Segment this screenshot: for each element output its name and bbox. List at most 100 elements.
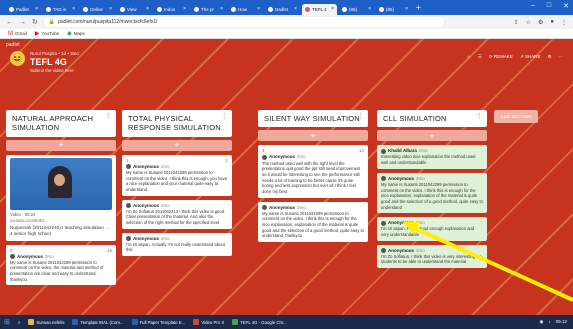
heart-icon[interactable]: ☆ xyxy=(467,54,471,60)
post-card[interactable]: Anonymous 2mo I'm Zo Sofiatun. I think thi… xyxy=(377,244,487,269)
reload-icon[interactable]: ↻ xyxy=(32,18,38,26)
tab-favicon-icon xyxy=(268,6,273,12)
column-menu-icon[interactable]: ⋮ xyxy=(105,113,112,122)
tab-close-icon[interactable]: × xyxy=(72,6,75,12)
column-menu-icon[interactable]: ⋮ xyxy=(221,113,228,122)
tab-label: How xyxy=(238,6,248,12)
taskbar-app[interactable]: Sunsan.nefelis xyxy=(28,319,64,325)
post-card[interactable]: Anonymous 2mo I'm sri aspan. Actually I'm … xyxy=(122,232,232,257)
column-menu-icon[interactable]: ⋮ xyxy=(357,113,364,122)
post-card[interactable]: Anonymous 2mo My name is Susanti 201104229… xyxy=(377,172,487,214)
settings-icon[interactable]: ⚙ xyxy=(547,54,551,60)
post-card[interactable]: Video - 06:24 youtube.com/8452... Nurjanna… xyxy=(6,154,116,241)
tab-favicon-icon xyxy=(83,6,88,12)
taskbar-app-label: Template IBAL (Com... xyxy=(80,319,124,325)
bookmark-maps[interactable]: ◆ Maps xyxy=(67,30,85,37)
more-icon[interactable]: ⋯ xyxy=(559,54,564,60)
padlet-logo[interactable]: padlet xyxy=(6,42,20,48)
taskbar-app[interactable]: Video Pro X xyxy=(193,319,224,325)
taskbar-app[interactable]: TEFL 4G - Google Chr... xyxy=(232,319,287,325)
tab-close-icon[interactable]: × xyxy=(183,6,186,12)
browser-tab-strip: Padlet × TAD in × Online × View × Indon × The pr × H… xyxy=(0,0,573,15)
tab-close-icon[interactable]: × xyxy=(146,6,149,12)
add-section-button[interactable]: ADD SECTION xyxy=(494,110,538,123)
taskbar-app[interactable]: Full Paper Template E... xyxy=(131,319,185,325)
add-post-button[interactable]: + xyxy=(258,130,368,142)
like-count[interactable]: 3 xyxy=(262,148,265,154)
remake-button[interactable]: ⟳ REMAKE xyxy=(489,54,513,60)
comment-count[interactable]: 15 xyxy=(107,248,112,254)
tab-close-icon[interactable]: × xyxy=(109,6,112,12)
comment-count[interactable]: 14 xyxy=(359,148,364,154)
padlet-column: SILENT WAY SIMULATION ⋮ +3 14 Anonymous 2mo Th… xyxy=(258,110,368,242)
forward-icon[interactable]: → xyxy=(19,19,26,26)
column-title: SILENT WAY SIMULATION ⋮ xyxy=(258,110,368,128)
avatar-icon xyxy=(381,248,386,254)
post-card[interactable]: 1 1 Anonymous 2mo My name is Susanti 2011042… xyxy=(122,154,232,196)
like-count[interactable]: 0 xyxy=(10,248,13,254)
network-icon[interactable]: ◉ xyxy=(540,319,544,325)
bookmark-star-icon[interactable]: ☆ xyxy=(526,19,531,26)
browser-menu-icon[interactable]: ⋮ xyxy=(561,19,567,26)
post-card[interactable]: 0 15 Anonymous 2mo My name is Susanti 201104… xyxy=(6,244,116,286)
new-tab-button[interactable]: + xyxy=(416,3,421,12)
tab-close-icon[interactable]: × xyxy=(35,6,38,12)
tab-close-icon[interactable]: × xyxy=(257,6,260,12)
add-post-button[interactable]: + xyxy=(6,139,116,151)
browser-tab[interactable]: TEFL 4 × xyxy=(302,3,337,15)
browser-tab[interactable]: Indon × xyxy=(154,4,189,15)
browser-tab[interactable]: (85) × xyxy=(376,4,411,15)
like-count[interactable]: 1 xyxy=(126,158,129,164)
clock-text[interactable]: 09.12 xyxy=(556,319,567,325)
url-input[interactable]: 🔒 padlet.com/nurulpuspita112/mwoctscfc6e… xyxy=(43,17,444,27)
browser-tab[interactable]: Padlet × xyxy=(6,4,41,15)
add-post-button[interactable]: + xyxy=(377,130,487,142)
tab-close-icon[interactable]: × xyxy=(405,6,408,12)
author-name: Anonymous xyxy=(133,235,160,241)
comment-text: My name is Susanti 2011042299 permission… xyxy=(126,169,228,192)
browser-tab[interactable]: Online × xyxy=(80,4,115,15)
tab-close-icon[interactable]: × xyxy=(294,6,297,12)
bookmark-youtube[interactable]: ▶ YouTube xyxy=(35,30,59,37)
column-menu-icon[interactable]: ⋮ xyxy=(476,113,483,122)
post-card[interactable]: Anonymous 2mo I'm sri aspan. Pretty good e… xyxy=(377,217,487,241)
browser-tab[interactable]: Dadlet × xyxy=(265,4,300,15)
share-button[interactable]: ↗ SHARE xyxy=(520,54,541,60)
add-post-button[interactable]: + xyxy=(122,139,232,151)
tab-close-icon[interactable]: × xyxy=(368,6,371,12)
bookmark-gmail[interactable]: M Gmail xyxy=(8,31,27,37)
close-window-icon[interactable]: ✕ xyxy=(563,2,569,10)
profile-icon[interactable]: ● xyxy=(550,19,554,26)
post-card[interactable]: Khalid Albara 2mo Interesting video nice e… xyxy=(377,145,487,169)
comment-time: 2mo xyxy=(297,154,306,160)
comment-count[interactable]: 1 xyxy=(225,158,228,164)
padlet-column: CLL SIMULATION ⋮ + Khalid Albara 2mo Interest… xyxy=(377,110,487,269)
volume-icon[interactable]: ♪ xyxy=(548,319,550,325)
windows-start-icon[interactable]: ⊞ xyxy=(4,318,10,326)
maximize-icon[interactable]: □ xyxy=(547,2,551,10)
video-link[interactable]: youtube.com/8452... xyxy=(10,218,112,224)
back-icon[interactable]: ← xyxy=(6,19,13,26)
tab-favicon-icon xyxy=(9,6,14,12)
youtube-icon: ▶ xyxy=(34,31,40,37)
gmail-icon: M xyxy=(8,30,13,37)
post-card[interactable]: 3 14 Anonymous 2mo The method used well with… xyxy=(258,145,368,198)
taskbar-app[interactable]: Template IBAL (Com... xyxy=(72,319,124,325)
search-icon[interactable]: ⌕ xyxy=(18,320,20,325)
share-page-icon[interactable]: ⇪ xyxy=(514,19,519,26)
minimize-icon[interactable]: – xyxy=(531,2,535,10)
post-card[interactable]: Anonymous 2mo I'm Zo Sofiatun 2011042213 I… xyxy=(122,199,232,229)
tab-close-icon[interactable]: × xyxy=(331,6,334,12)
list-icon[interactable]: ☰ xyxy=(478,54,482,60)
browser-tab[interactable]: (85) × xyxy=(339,4,374,15)
browser-tab[interactable]: View × xyxy=(117,4,152,15)
browser-tab[interactable]: How × xyxy=(228,4,263,15)
browser-tab[interactable]: TAD in × xyxy=(43,4,78,15)
url-text: padlet.com/nurulpuspita112/mwoctscfc6efs… xyxy=(58,19,158,25)
avatar-icon xyxy=(10,254,15,260)
video-thumbnail[interactable] xyxy=(10,157,112,210)
tab-close-icon[interactable]: × xyxy=(220,6,223,12)
post-card[interactable]: Anonymous 2mo My name is Susanti 201104229… xyxy=(258,201,368,242)
browser-tab[interactable]: The pr × xyxy=(191,4,226,15)
extensions-icon[interactable]: ⚙ xyxy=(538,19,543,26)
